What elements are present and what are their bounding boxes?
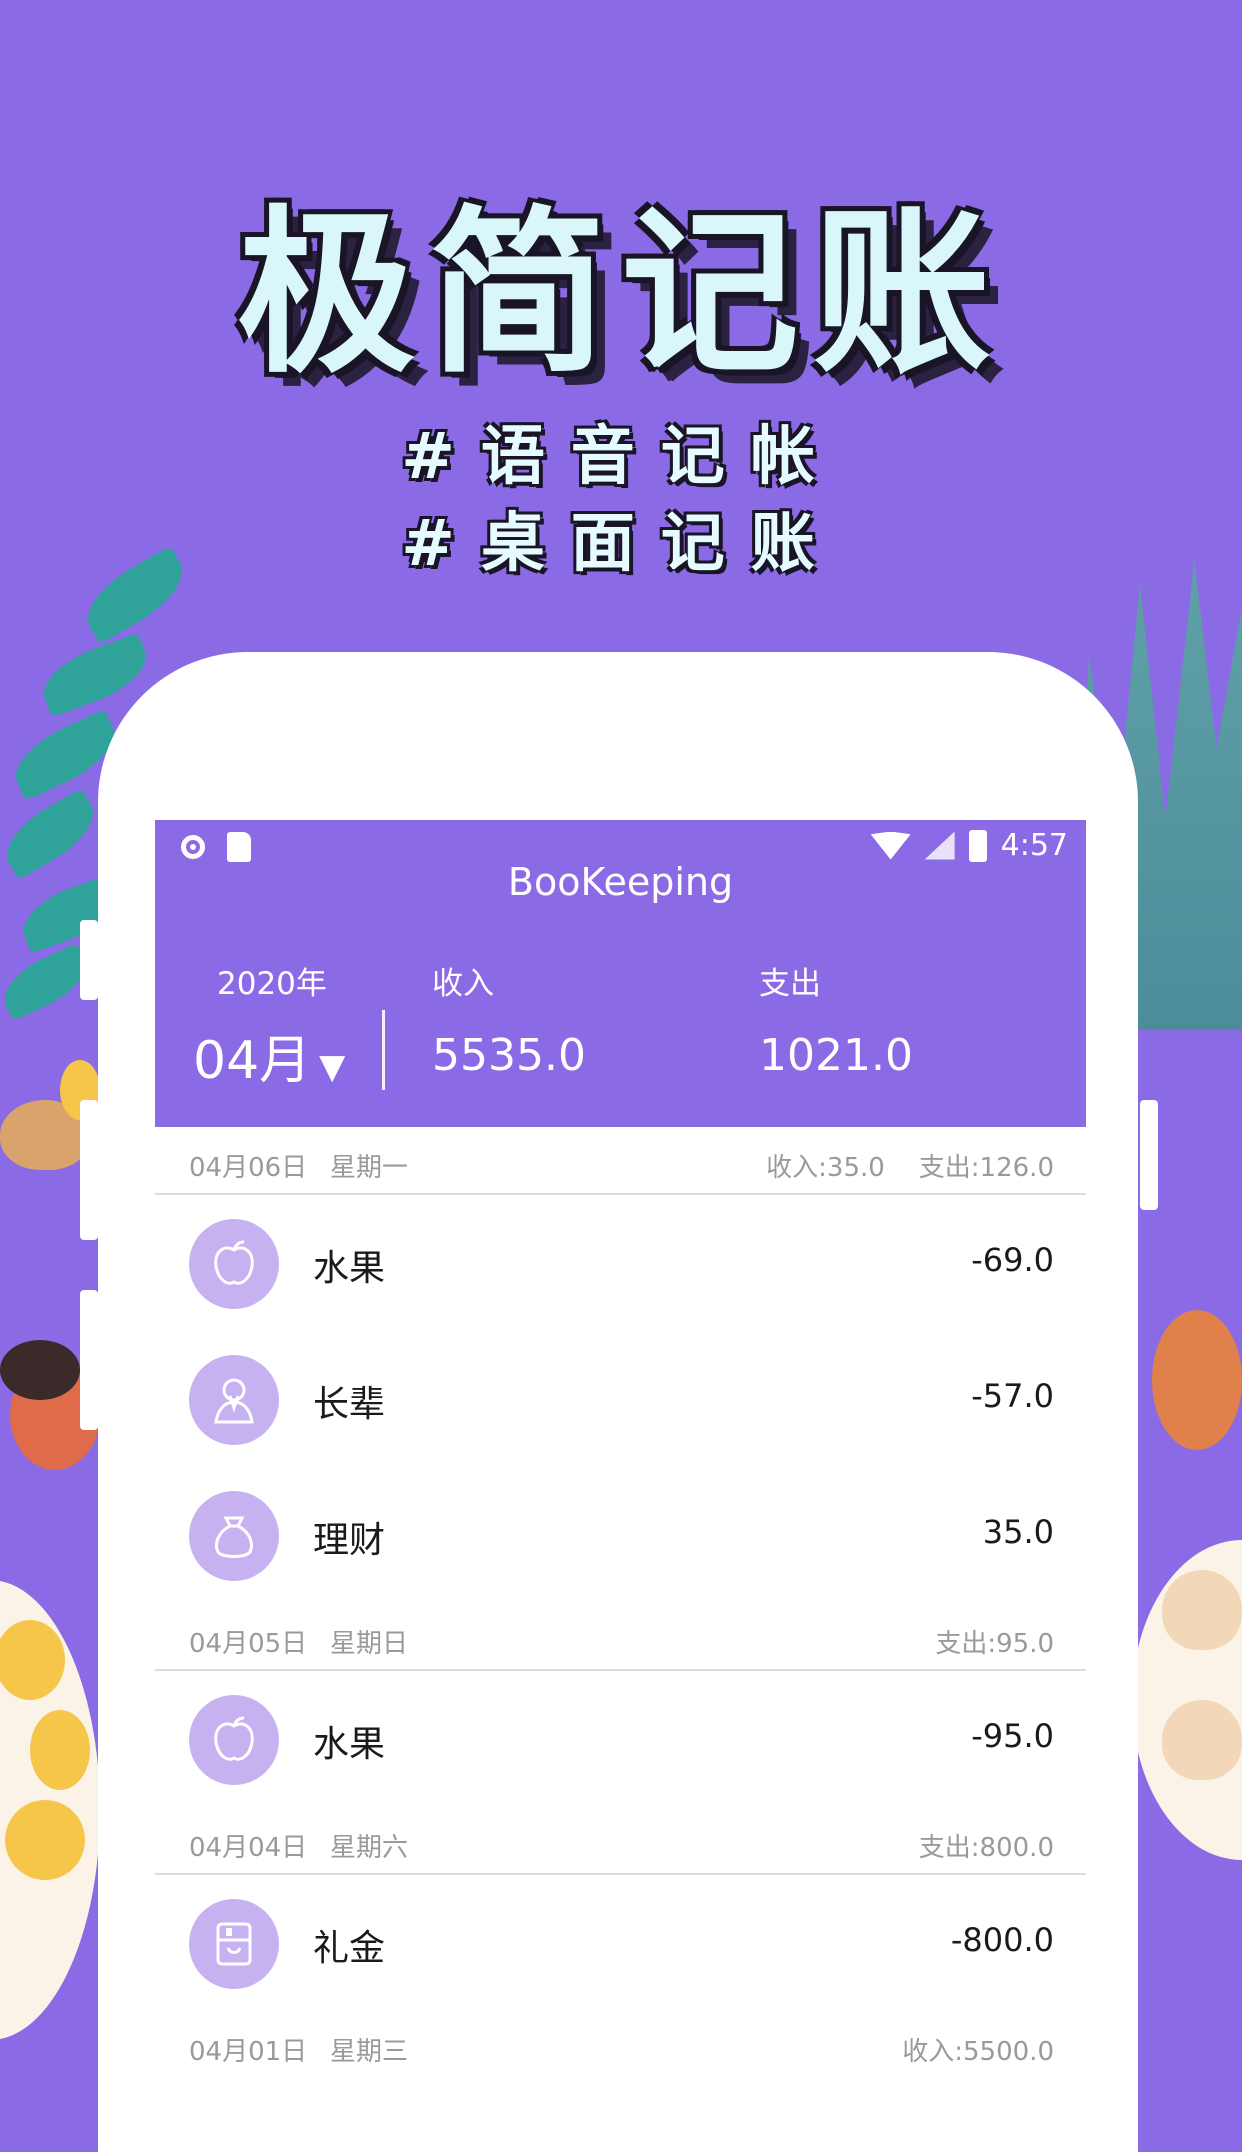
category-name: 长辈 xyxy=(313,1384,386,1425)
transaction-row[interactable]: 水果 -69.0 xyxy=(155,1195,1086,1331)
day-summary: 收入:5500.0 xyxy=(868,2031,1054,2068)
day-header: 04月06日 星期一 收入:35.0 支出:126.0 xyxy=(155,1127,1086,1195)
phone-side-button xyxy=(80,1100,98,1240)
day-header: 04月05日 星期日 支出:95.0 xyxy=(155,1603,1086,1671)
transaction-amount: -800.0 xyxy=(950,1921,1054,1959)
day-income: 收入:5500.0 xyxy=(902,2037,1054,2067)
day-expense: 支出:95.0 xyxy=(935,1629,1054,1659)
money-bag-icon xyxy=(189,1491,279,1581)
phone-side-button xyxy=(80,920,98,1000)
income-total: 5535.0 xyxy=(432,1030,586,1081)
header-divider xyxy=(382,1010,385,1090)
wifi-icon xyxy=(870,831,911,860)
transaction-amount: -57.0 xyxy=(971,1377,1054,1415)
day-summary: 收入:35.0 支出:126.0 xyxy=(732,1147,1054,1184)
status-bar-left xyxy=(181,832,251,862)
category-name: 礼金 xyxy=(313,1928,386,1969)
fruit-icon xyxy=(189,1219,279,1309)
day-header: 04月04日 星期六 支出:800.0 xyxy=(155,1807,1086,1875)
right-character-decoration xyxy=(1152,1220,1242,1540)
category-name: 理财 xyxy=(313,1520,386,1561)
signal-icon xyxy=(924,831,955,860)
day-summary: 支出:800.0 xyxy=(885,1827,1054,1864)
month-value: 04月 xyxy=(193,1031,312,1091)
day-expense: 支出:126.0 xyxy=(918,1153,1054,1183)
transaction-row[interactable]: 理财 35.0 xyxy=(155,1467,1086,1603)
year-label: 2020年 xyxy=(217,966,327,1002)
left-plate-decoration xyxy=(0,1580,100,2040)
transaction-row[interactable]: 水果 -95.0 xyxy=(155,1671,1086,1807)
transaction-amount: -95.0 xyxy=(971,1717,1054,1755)
status-time: 4:57 xyxy=(1000,828,1068,863)
app-title: BooKeeping xyxy=(507,860,734,904)
dropdown-caret-icon: ▼ xyxy=(319,1047,346,1087)
phone-side-button xyxy=(1140,1100,1158,1210)
transaction-amount: -69.0 xyxy=(971,1241,1054,1279)
day-date: 04月01日 xyxy=(189,2037,308,2067)
day-header: 04月01日 星期三 收入:5500.0 xyxy=(155,2011,1086,2070)
app-screen: 4:57 BooKeeping 2020年 04月 ▼ 收入 5535.0 支出… xyxy=(155,820,1086,2070)
promo-tag-voice: #语音记帐 xyxy=(401,420,841,494)
status-bar-right: 4:57 xyxy=(870,828,1068,863)
day-expense: 支出:800.0 xyxy=(918,1833,1054,1863)
phone-side-button xyxy=(80,1290,98,1430)
sd-card-icon xyxy=(227,832,251,862)
day-summary: 支出:95.0 xyxy=(901,1623,1054,1660)
fruit-icon xyxy=(189,1695,279,1785)
promo-title: 极简记账 xyxy=(237,190,1005,397)
day-date: 04月04日 xyxy=(189,1833,308,1863)
day-date: 04月05日 xyxy=(189,1629,308,1659)
transaction-row[interactable]: 礼金 -800.0 xyxy=(155,1875,1086,2011)
day-weekday: 星期一 xyxy=(330,1153,409,1183)
category-name: 水果 xyxy=(313,1724,386,1765)
notification-circle-icon xyxy=(181,835,205,859)
transaction-row[interactable]: 长辈 -57.0 xyxy=(155,1331,1086,1467)
day-income: 收入:35.0 xyxy=(766,1153,885,1183)
app-header: 4:57 BooKeeping 2020年 04月 ▼ 收入 5535.0 支出… xyxy=(155,820,1086,1127)
expense-total: 1021.0 xyxy=(759,1030,913,1081)
gift-money-icon xyxy=(189,1899,279,1989)
right-plate-decoration xyxy=(1132,1540,1242,1860)
day-weekday: 星期日 xyxy=(330,1629,409,1659)
category-name: 水果 xyxy=(313,1248,386,1289)
expense-label: 支出 xyxy=(759,966,821,1002)
income-label: 收入 xyxy=(432,966,494,1002)
day-date: 04月06日 xyxy=(189,1153,308,1183)
day-weekday: 星期三 xyxy=(330,2037,409,2067)
transaction-amount: 35.0 xyxy=(982,1513,1054,1551)
transaction-list: 04月06日 星期一 收入:35.0 支出:126.0 水果 -69.0 长辈 -… xyxy=(155,1127,1086,2070)
month-selector[interactable]: 04月 ▼ xyxy=(193,1018,345,1093)
day-weekday: 星期六 xyxy=(330,1833,409,1863)
battery-icon xyxy=(968,829,987,862)
elder-icon xyxy=(189,1355,279,1445)
